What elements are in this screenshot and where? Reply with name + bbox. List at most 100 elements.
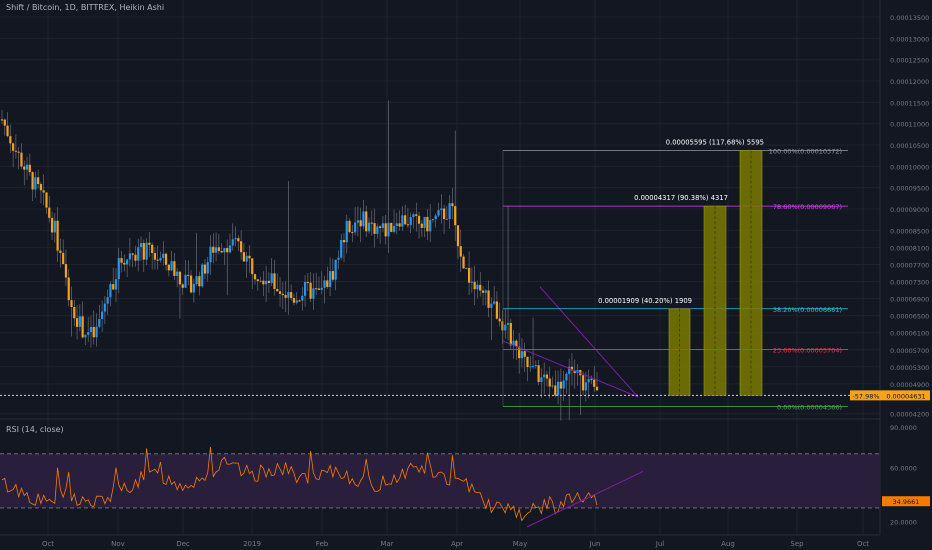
- candle-down: [50, 217, 54, 233]
- candle-up: [206, 262, 209, 274]
- current-price-text: 0.00004631: [886, 392, 925, 400]
- candle-down: [351, 232, 354, 234]
- candle-up: [440, 208, 443, 211]
- candle-down: [559, 381, 562, 389]
- x-tick-label: Oct: [857, 540, 869, 548]
- candle-down: [365, 211, 368, 232]
- y-tick-label: 0.00004200: [890, 411, 929, 419]
- candle-down: [253, 274, 257, 280]
- rsi-title: RSI (14, close): [6, 425, 64, 434]
- candle-up: [34, 177, 37, 190]
- candle-up: [387, 222, 390, 237]
- candle-up: [109, 284, 112, 298]
- candle-down: [331, 271, 334, 280]
- candle-down: [62, 252, 65, 265]
- candle-down: [487, 290, 490, 308]
- candle-down: [273, 273, 276, 289]
- candle-down: [56, 220, 59, 251]
- candle-down: [45, 192, 48, 208]
- candle-down: [523, 351, 526, 357]
- candle-down: [123, 262, 126, 265]
- candle-up: [106, 297, 109, 304]
- y-tick-label: 0.00004900: [890, 381, 929, 389]
- candle-up: [195, 276, 198, 284]
- candle-down: [212, 246, 215, 253]
- x-tick-label: Dec: [176, 540, 190, 548]
- candle-up: [562, 380, 565, 389]
- rsi-band: [0, 453, 880, 508]
- candle-up: [565, 373, 568, 381]
- candle-down: [548, 378, 551, 387]
- candle-down: [292, 298, 296, 303]
- candle-up: [145, 242, 148, 260]
- candle-up: [381, 223, 385, 228]
- candle-up: [520, 351, 524, 359]
- x-tick-label: Aug: [721, 540, 735, 548]
- candle-down: [9, 136, 12, 144]
- candle-down: [326, 280, 329, 287]
- candle-down: [248, 255, 251, 259]
- x-tick-label: Oct: [42, 540, 54, 548]
- candle-up: [337, 257, 340, 260]
- candle-down: [237, 238, 240, 242]
- candle-down: [315, 288, 318, 290]
- candle-down: [498, 318, 501, 322]
- y-tick-label: 0.00007300: [890, 279, 929, 287]
- candle-up: [25, 164, 29, 170]
- y-tick-label: 0.00011500: [890, 99, 929, 107]
- candle-down: [12, 143, 15, 151]
- candle-down: [151, 244, 154, 254]
- candle-down: [415, 214, 418, 216]
- candle-down: [398, 223, 401, 227]
- candle-down: [120, 258, 123, 263]
- candle-down: [70, 300, 73, 307]
- candle-up: [228, 245, 232, 253]
- fib-level-label: 0.00%(0.00004366): [777, 404, 842, 412]
- y-tick-label: 0.00013500: [890, 14, 929, 22]
- candle-up: [529, 366, 532, 368]
- candle-up: [201, 264, 204, 287]
- candle-down: [454, 206, 457, 226]
- fib-level-label: 23.60%(0.00005704): [773, 347, 842, 355]
- x-tick-label: Feb: [316, 540, 329, 548]
- candle-down: [495, 301, 499, 319]
- candle-up: [89, 326, 93, 333]
- candle-up: [401, 215, 404, 227]
- x-tick-label: Apr: [451, 540, 463, 548]
- candle-up: [139, 243, 143, 248]
- candle-up: [476, 284, 479, 290]
- chart: Oct Nov Dec 2019 Feb Mar Apr May Jun Jul Aug Sep Oct…: [0, 0, 932, 550]
- candle-up: [162, 253, 165, 258]
- candle-down: [6, 125, 9, 137]
- target-box-label: 0.00005595 (117.68%) 5595: [666, 138, 764, 146]
- candle-up: [78, 316, 81, 327]
- candle-up: [53, 220, 56, 233]
- candle-down: [390, 222, 393, 232]
- y-tick-label: 0.00006100: [890, 330, 929, 338]
- y-tick-label: 0.00012000: [890, 78, 929, 86]
- candle-up: [445, 218, 448, 220]
- candle-up: [409, 217, 412, 225]
- candle-down: [256, 279, 259, 281]
- candle-up: [301, 295, 304, 301]
- candle-down: [456, 225, 460, 247]
- rsi-current-text: 34.9661: [893, 498, 920, 506]
- candle-up: [534, 365, 537, 367]
- x-tick-label: Jul: [655, 540, 665, 548]
- candle-up: [543, 374, 546, 378]
- candle-up: [395, 223, 398, 227]
- candle-down: [595, 386, 599, 391]
- candle-up: [87, 332, 90, 335]
- candle-down: [309, 282, 312, 299]
- candle-down: [545, 374, 549, 379]
- candle-down: [451, 203, 454, 207]
- candle-down: [92, 326, 95, 338]
- candle-up: [504, 324, 507, 331]
- candle-down: [17, 151, 20, 153]
- candle-down: [284, 295, 287, 298]
- candle-up: [98, 319, 101, 327]
- candle-down: [75, 318, 79, 327]
- candle-down: [156, 259, 159, 261]
- candle-down: [187, 274, 190, 276]
- candle-up: [176, 271, 179, 276]
